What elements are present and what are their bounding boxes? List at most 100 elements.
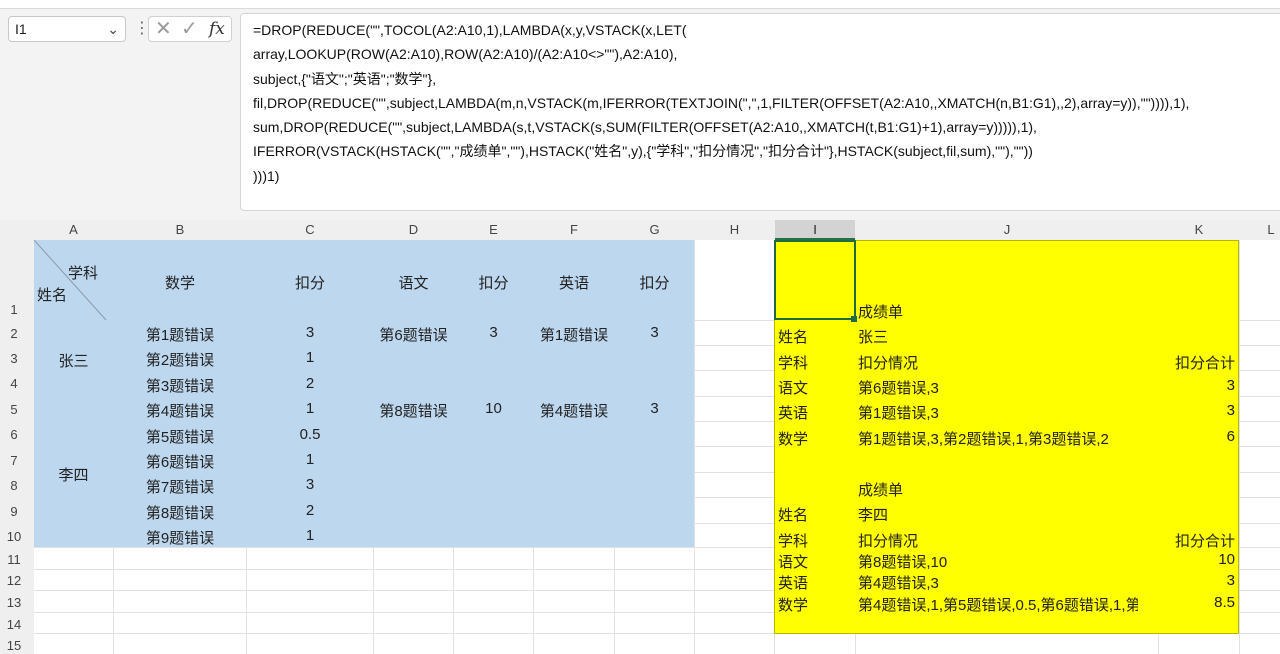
math-item[interactable]: 第3题错误	[114, 375, 246, 396]
row-header[interactable]: 8	[0, 478, 28, 493]
result-subject[interactable]: 数学	[778, 594, 808, 615]
row-header[interactable]: 4	[0, 376, 28, 391]
math-item[interactable]: 第6题错误	[114, 451, 246, 472]
result-detail[interactable]: 第4题错误,3	[858, 572, 939, 593]
header-deduct[interactable]: 扣分	[615, 272, 694, 293]
row-header[interactable]: 3	[0, 351, 28, 366]
name-box[interactable]: I1 ⌄	[8, 16, 126, 42]
insert-function-icon[interactable]: fx	[209, 18, 225, 40]
result-detail[interactable]: 第4题错误,1,第5题错误,0.5,第6题错误,1,第	[858, 594, 1138, 615]
result-title[interactable]: 成绩单	[858, 479, 903, 500]
english-score[interactable]: 3	[615, 324, 694, 341]
result-detail-label[interactable]: 扣分情况	[858, 530, 918, 551]
row-header[interactable]: 14	[0, 617, 28, 632]
math-score[interactable]: 1	[247, 527, 373, 544]
row-header[interactable]: 5	[0, 402, 28, 417]
math-item[interactable]: 第2题错误	[114, 349, 246, 370]
result-subject[interactable]: 英语	[778, 402, 808, 423]
result-detail[interactable]: 第1题错误,3,第2题错误,1,第3题错误,2	[858, 428, 1109, 449]
column-header-d[interactable]: D	[374, 220, 453, 240]
row-header[interactable]: 2	[0, 326, 28, 341]
formula-input[interactable]: =DROP(REDUCE("",TOCOL(A2:A10,1),LAMBDA(x…	[240, 13, 1280, 211]
math-score[interactable]: 3	[247, 476, 373, 493]
column-header-bar: A B C D E F G H I J K L	[0, 220, 1280, 241]
header-english[interactable]: 英语	[534, 272, 614, 293]
column-header-e[interactable]: E	[454, 220, 533, 240]
chinese-item[interactable]: 第8题错误	[374, 400, 453, 421]
fill-handle[interactable]	[851, 316, 857, 322]
header-chinese[interactable]: 语文	[374, 272, 453, 293]
chinese-item[interactable]: 第6题错误	[374, 324, 453, 345]
math-item[interactable]: 第4题错误	[114, 400, 246, 421]
result-name[interactable]: 李四	[858, 504, 888, 525]
student-name[interactable]: 张三	[34, 350, 113, 371]
result-total[interactable]: 10	[1140, 551, 1235, 568]
cancel-icon[interactable]: ✕	[155, 18, 172, 40]
result-name-label[interactable]: 姓名	[778, 326, 808, 347]
result-subject-label[interactable]: 学科	[778, 530, 808, 551]
chevron-down-icon[interactable]: ⌄	[107, 17, 119, 41]
result-total[interactable]: 3	[1140, 402, 1235, 419]
active-cell-i1[interactable]	[774, 240, 856, 320]
column-header-h[interactable]: H	[695, 220, 774, 240]
row-header[interactable]: 1	[0, 302, 28, 317]
math-score[interactable]: 3	[247, 324, 373, 341]
math-item[interactable]: 第5题错误	[114, 426, 246, 447]
column-header-k[interactable]: K	[1159, 220, 1239, 240]
math-score[interactable]: 1	[247, 451, 373, 468]
column-header-c[interactable]: C	[247, 220, 373, 240]
result-total[interactable]: 8.5	[1140, 594, 1235, 611]
header-math[interactable]: 数学	[114, 272, 246, 293]
english-item[interactable]: 第1题错误	[534, 324, 614, 345]
row-header[interactable]: 11	[0, 552, 28, 567]
math-score[interactable]: 0.5	[247, 426, 373, 443]
header-deduct[interactable]: 扣分	[247, 272, 373, 293]
row-header[interactable]: 13	[0, 595, 28, 610]
row-header[interactable]: 6	[0, 427, 28, 442]
header-deduct[interactable]: 扣分	[454, 272, 533, 293]
result-subject[interactable]: 语文	[778, 377, 808, 398]
math-score[interactable]: 1	[247, 349, 373, 366]
result-subject-label[interactable]: 学科	[778, 352, 808, 373]
result-subject[interactable]: 语文	[778, 551, 808, 572]
result-total[interactable]: 6	[1140, 428, 1235, 445]
row-header[interactable]: 7	[0, 453, 28, 468]
row-header[interactable]: 10	[0, 529, 28, 544]
row-header[interactable]: 9	[0, 504, 28, 519]
math-item[interactable]: 第9题错误	[114, 527, 246, 548]
math-score[interactable]: 1	[247, 400, 373, 417]
chinese-score[interactable]: 10	[454, 400, 533, 417]
math-score[interactable]: 2	[247, 375, 373, 392]
enter-icon[interactable]: ✓	[181, 18, 198, 40]
result-detail-label[interactable]: 扣分情况	[858, 352, 918, 373]
math-item[interactable]: 第8题错误	[114, 502, 246, 523]
result-detail[interactable]: 第1题错误,3	[858, 402, 939, 423]
math-item[interactable]: 第1题错误	[114, 324, 246, 345]
row-header[interactable]: 15	[0, 638, 28, 653]
result-total-label[interactable]: 扣分合计	[1140, 352, 1235, 373]
english-item[interactable]: 第4题错误	[534, 400, 614, 421]
result-name[interactable]: 张三	[858, 326, 888, 347]
math-item[interactable]: 第7题错误	[114, 476, 246, 497]
column-header-f[interactable]: F	[534, 220, 614, 240]
column-header-a[interactable]: A	[34, 220, 113, 240]
math-score[interactable]: 2	[247, 502, 373, 519]
column-header-i[interactable]: I	[775, 220, 855, 240]
result-title[interactable]: 成绩单	[858, 301, 903, 322]
column-header-g[interactable]: G	[615, 220, 694, 240]
result-subject[interactable]: 英语	[778, 572, 808, 593]
column-header-j[interactable]: J	[856, 220, 1158, 240]
result-total[interactable]: 3	[1140, 572, 1235, 589]
result-subject[interactable]: 数学	[778, 428, 808, 449]
column-header-l[interactable]: L	[1262, 220, 1280, 240]
result-total[interactable]: 3	[1140, 377, 1235, 394]
chinese-score[interactable]: 3	[454, 324, 533, 341]
student-name[interactable]: 李四	[34, 464, 113, 485]
result-detail[interactable]: 第8题错误,10	[858, 551, 947, 572]
result-name-label[interactable]: 姓名	[778, 504, 808, 525]
row-header[interactable]: 12	[0, 573, 28, 588]
english-score[interactable]: 3	[615, 400, 694, 417]
result-detail[interactable]: 第6题错误,3	[858, 377, 939, 398]
column-header-b[interactable]: B	[114, 220, 246, 240]
result-total-label[interactable]: 扣分合计	[1140, 530, 1235, 551]
